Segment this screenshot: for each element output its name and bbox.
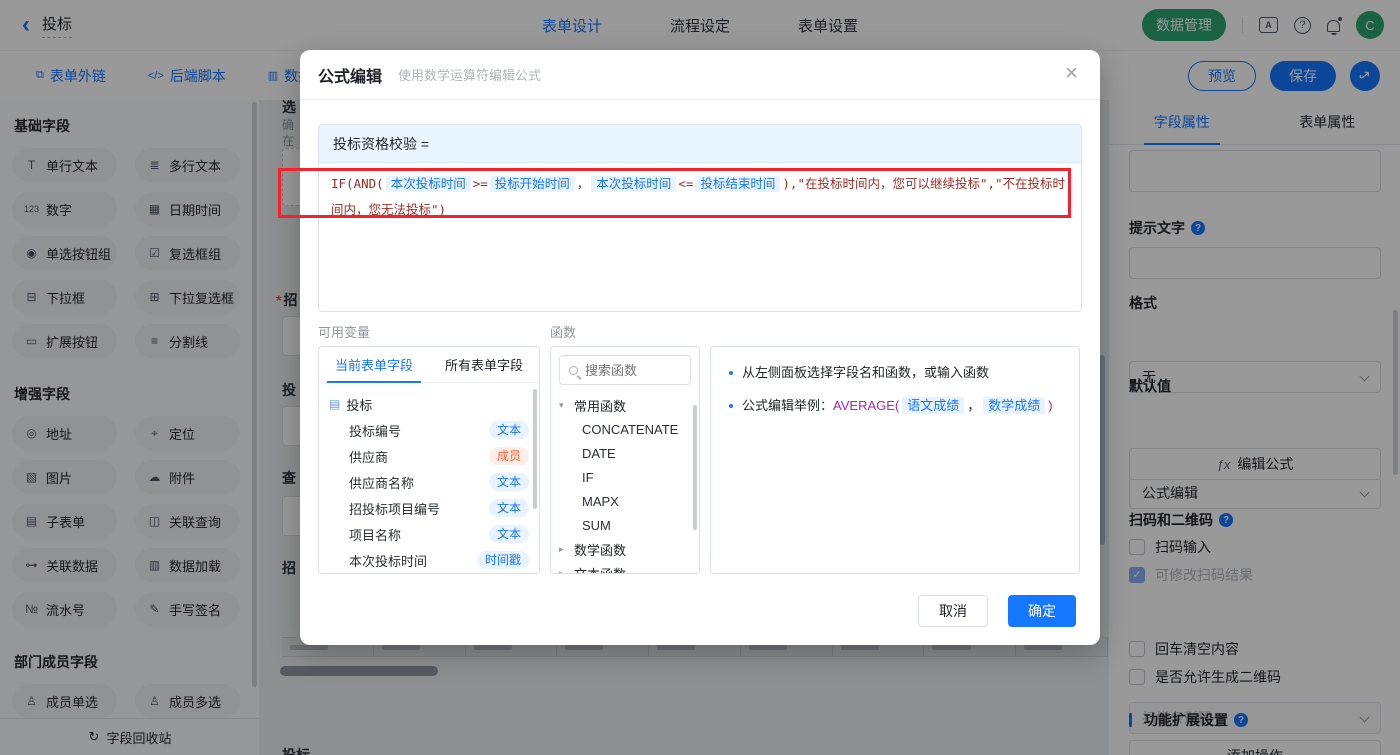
example-field-token: 语文成绩 — [902, 397, 965, 414]
variable-row[interactable]: 项目名称 文本 — [329, 521, 531, 547]
formula-field-token[interactable]: 本次投标时间 — [591, 176, 677, 192]
help-tip: 从左侧面板选择字段名和函数，或输入函数 — [729, 363, 1063, 383]
function-search — [559, 355, 691, 385]
form-doc-icon: ▤ — [329, 397, 341, 411]
tab-all-form-fields[interactable]: 所有表单字段 — [429, 347, 539, 382]
help-tip-example: 公式编辑举例：AVERAGE(语文成绩，数学成绩) — [729, 396, 1063, 416]
type-badge: 文本 — [488, 525, 529, 543]
function-item[interactable]: SUM — [559, 513, 693, 537]
help-body: 从左侧面板选择字段名和函数，或输入函数 公式编辑举例：AVERAGE(语文成绩，… — [711, 347, 1079, 416]
formula-field-token[interactable]: 投标结束时间 — [695, 176, 781, 192]
cancel-button[interactable]: 取消 — [918, 595, 988, 627]
close-icon[interactable]: × — [1065, 62, 1078, 84]
formula-operator: >= — [472, 176, 488, 191]
tab-current-form-fields[interactable]: 当前表单字段 — [319, 347, 429, 383]
function-item[interactable]: IF — [559, 465, 693, 489]
function-item[interactable]: CONCATENATE — [559, 417, 693, 441]
help-panel: 从左侧面板选择字段名和函数，或输入函数 公式编辑举例：AVERAGE(语文成绩，… — [710, 346, 1080, 574]
formula-box: 投标资格校验 = IF(AND(本次投标时间 >= 投标开始时间，本次投标时间 <= 投… — [318, 124, 1082, 312]
function-group-text[interactable]: ▸ 文本函数 — [559, 561, 693, 574]
chevron-right-icon: ▸ — [559, 567, 564, 574]
variables-panel: 当前表单字段 所有表单字段 ▤ 投标 投标编号 文本 供应商 成员 供应商名称 文本 招… — [318, 346, 540, 574]
variables-tabs: 当前表单字段 所有表单字段 — [319, 347, 539, 383]
variable-row[interactable]: 供应商名称 文本 — [329, 469, 531, 495]
function-search-input[interactable] — [585, 362, 685, 378]
function-group-common[interactable]: ▾ 常用函数 — [559, 393, 693, 417]
formula-edit-modal: 公式编辑 使用数学运算符编辑公式 × 投标资格校验 = IF(AND(本次投标时… — [300, 50, 1100, 645]
functions-tree: ▾ 常用函数 CONCATENATE DATE IF MAPX SUM ▸ 数学函数… — [551, 393, 699, 574]
variables-tree: ▤ 投标 投标编号 文本 供应商 成员 供应商名称 文本 招投标项目编号 文本 项目名称文… — [319, 383, 539, 573]
modal-subtitle: 使用数学运算符编辑公式 — [398, 68, 542, 83]
formula-field-token[interactable]: 投标开始时间 — [489, 176, 575, 192]
type-badge: 文本 — [488, 499, 529, 517]
example-function-name: AVERAGE( — [833, 398, 900, 413]
formula-editor[interactable]: IF(AND(本次投标时间 >= 投标开始时间，本次投标时间 <= 投标结束时间),"在… — [319, 163, 1081, 311]
variables-label: 可用变量 — [318, 325, 371, 340]
functions-label: 函数 — [550, 325, 577, 340]
variable-row[interactable]: 招投标项目编号 文本 — [329, 495, 531, 521]
formula-operator: <= — [678, 176, 694, 191]
modal-header: 公式编辑 使用数学运算符编辑公式 — [300, 50, 1100, 100]
example-field-token: 数学成绩 — [983, 397, 1046, 414]
bullet-icon — [729, 371, 733, 375]
formula-code: IF(AND( — [331, 176, 384, 191]
function-group-math[interactable]: ▸ 数学函数 — [559, 537, 693, 561]
variable-row[interactable]: 本次投标时间 时间戳 — [329, 547, 531, 573]
variables-root-node[interactable]: ▤ 投标 — [329, 391, 531, 417]
modal-panels: 当前表单字段 所有表单字段 ▤ 投标 投标编号 文本 供应商 成员 供应商名称 文本 招… — [318, 346, 1080, 574]
formula-comma: ， — [576, 176, 590, 191]
variable-row[interactable]: 供应商 成员 — [329, 443, 531, 469]
functions-panel: ▾常用函数 CONCATENATE DATE IF MAPX SUM ▸数学函数… — [550, 346, 700, 574]
bullet-icon — [729, 404, 733, 408]
variable-row[interactable]: 投标编号 文本 — [329, 417, 531, 443]
modal-title: 公式编辑 — [318, 68, 383, 86]
type-badge: 成员 — [488, 447, 529, 465]
functions-scrollbar[interactable] — [693, 405, 697, 530]
example-close-paren: ) — [1048, 398, 1053, 413]
type-badge: 文本 — [488, 421, 529, 439]
modal-footer: 取消 确定 — [918, 595, 1076, 627]
chevron-right-icon: ▸ — [559, 543, 564, 554]
formula-target-field: 投标资格校验 = — [319, 125, 1081, 163]
chevron-down-icon: ▾ — [559, 399, 564, 410]
function-item[interactable]: DATE — [559, 441, 693, 465]
variables-scrollbar[interactable] — [533, 389, 537, 509]
confirm-button[interactable]: 确定 — [1008, 595, 1076, 627]
function-item[interactable]: MAPX — [559, 489, 693, 513]
formula-field-token[interactable]: 本次投标时间 — [385, 176, 471, 192]
search-icon — [569, 365, 578, 375]
type-badge: 文本 — [488, 473, 529, 491]
type-badge: 时间戳 — [476, 551, 529, 569]
